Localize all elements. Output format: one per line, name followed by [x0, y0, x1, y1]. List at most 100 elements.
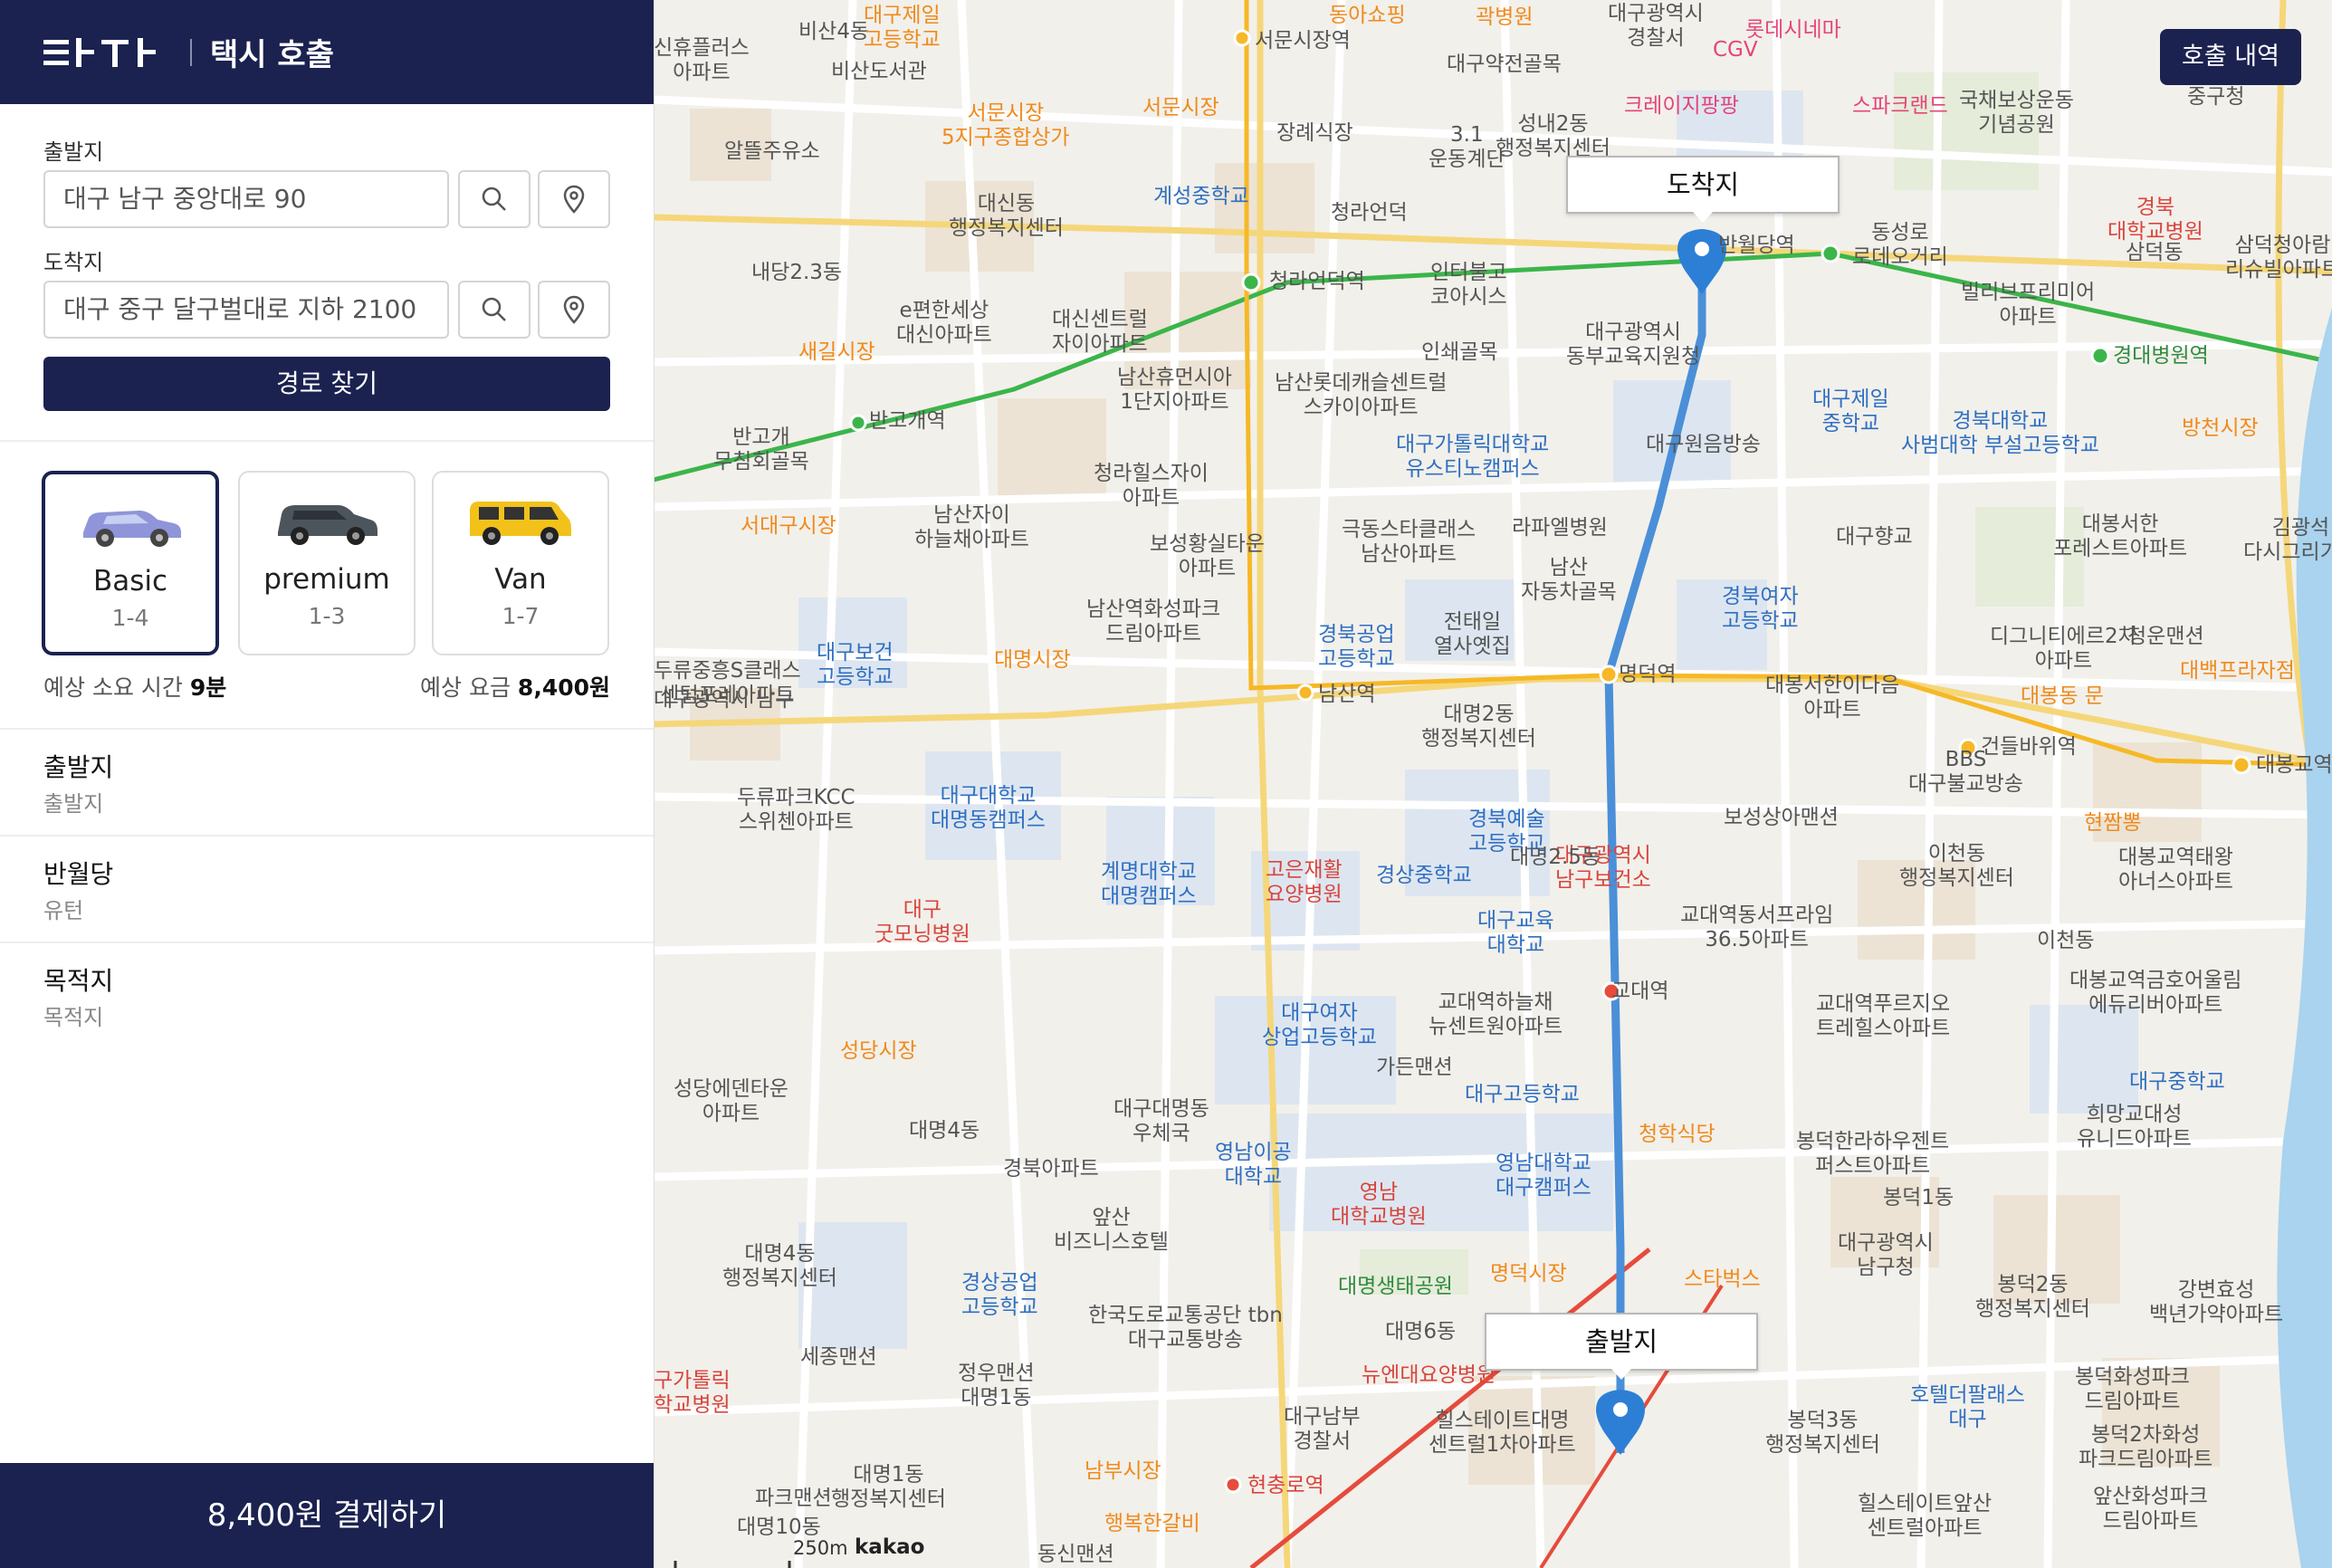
map-label: 반고개역: [869, 409, 946, 433]
location-pin-icon: [563, 185, 585, 214]
map-label: 신휴플러스 아파트: [654, 36, 750, 84]
map-label: 대구대명동 우체국: [1113, 1097, 1209, 1145]
map-label: 대구가톨릭대학교 유스티노캠퍼스: [1396, 433, 1550, 481]
map-label: 교대역: [1611, 980, 1669, 1003]
map-label: 김광석다시그리기길: [2243, 516, 2332, 564]
map-label: 봉덕3동 행정복지센터: [1765, 1409, 1880, 1457]
map-label: 호텔더팔래스 대구: [1910, 1383, 2025, 1431]
stop-subtitle: 목적지: [43, 1005, 104, 1030]
map-label: 명덕시장: [1490, 1262, 1567, 1286]
vehicle-capacity: 1-4: [111, 605, 149, 631]
find-route-button[interactable]: 경로 찾기: [43, 357, 610, 411]
van-icon: [470, 502, 571, 545]
map-label: 남산 자동차골목: [1521, 556, 1617, 604]
map-label: 장례식장: [1276, 121, 1353, 145]
search-icon: [482, 297, 506, 321]
scale-bar-icon: [674, 1561, 791, 1568]
map-label: 대구약전골목: [1447, 53, 1562, 76]
map-label: 스타벅스: [1684, 1267, 1761, 1291]
vehicle-name: Basic: [92, 565, 168, 598]
destination-locate-button[interactable]: [538, 281, 610, 339]
map-label: 계성중학교: [1153, 185, 1249, 208]
map-label: 앞산 비즈니스호텔: [1054, 1206, 1169, 1254]
map-label: 삼덕동: [2126, 241, 2184, 264]
destination-input[interactable]: 대구 중구 달구벌대로 지하 2100: [43, 281, 449, 339]
map-label: 세종맨션: [800, 1345, 877, 1369]
map-label: 방천시장: [2182, 416, 2259, 440]
stop-title: 출발지: [43, 752, 114, 782]
map-label: 대명10동: [737, 1515, 821, 1539]
map-label: 영남 대학교병원: [1331, 1181, 1427, 1229]
stop-title: 반월당: [43, 859, 114, 889]
map-label: 대봉교역금호어울림 에듀리버아파트: [2069, 969, 2242, 1017]
map-label: 대구중학교: [2129, 1070, 2225, 1094]
map-label: 경북여자 고등학교: [1722, 585, 1799, 633]
map-label: 라파엘병원: [1512, 516, 1608, 540]
divider: [0, 835, 654, 837]
map-label: 이천동: [2037, 929, 2095, 952]
origin-search-button[interactable]: [458, 170, 530, 228]
call-history-button[interactable]: 호출 내역: [2160, 29, 2301, 85]
map-label: 내당2.3동: [751, 261, 843, 284]
pay-button[interactable]: 8,400원 결제하기: [0, 1463, 654, 1568]
map-label: 디그니티에르2차 아파트: [1990, 625, 2137, 673]
vehicle-name: premium: [263, 563, 390, 596]
map-label: 대신센트럴 자이아파트: [1052, 308, 1148, 356]
map-label: 경북아파트: [1003, 1157, 1099, 1181]
origin-locate-button[interactable]: [538, 170, 610, 228]
map-label: 대구제일 고등학교: [864, 4, 941, 52]
map-label: 대봉동 문: [2021, 684, 2104, 708]
svg-text:타다: 타다: [43, 34, 45, 35]
map-label: 서문시장역: [1255, 29, 1351, 53]
map-label: 봉덕2동 행정복지센터: [1975, 1273, 2090, 1321]
vehicle-capacity: 1-3: [308, 603, 346, 629]
map-label: 대구원음방송: [1646, 433, 1761, 456]
sidebar: 타다 택시 호출 출발지 대구 남구 중앙대로 90 도착지 대구 중구 달구벌…: [0, 0, 655, 1568]
map-label: 삼덕청아람 리슈빌아파트: [2225, 234, 2332, 282]
map-label: 대구 굿모닝병원: [874, 898, 970, 946]
origin-marker: [1596, 1390, 1645, 1455]
map-label: 희망교대성 유니드아파트: [2077, 1103, 2192, 1151]
map-label: 청운맨션: [2127, 625, 2204, 648]
map-label: 극동스타클래스 남산아파트: [1342, 518, 1477, 566]
map-view[interactable]: 비산4동 대구제일 고등학교 신휴플러스 아파트 비산도서관 서문시장역 대구약전골…: [654, 0, 2332, 1568]
map-label: 대구교육 대학교: [1477, 909, 1554, 957]
map-label: 곽병원: [1476, 5, 1534, 29]
vehicle-name: Van: [494, 563, 547, 596]
destination-callout[interactable]: 도착지: [1566, 156, 1840, 223]
divider: [0, 440, 654, 442]
origin-input[interactable]: 대구 남구 중앙대로 90: [43, 170, 449, 228]
map-label: 동아쇼핑: [1329, 4, 1406, 27]
map-label: 남산자이 하늘채아파트: [914, 503, 1029, 551]
map-label: 명덕역: [1619, 663, 1677, 686]
destination-label: 도착지: [43, 250, 104, 275]
map-label: 대명2.5동: [1510, 846, 1601, 869]
page-title: 택시 호출: [210, 37, 334, 73]
map-label: 보성상아맨션: [1724, 806, 1839, 829]
search-icon: [482, 186, 506, 211]
map-label: 동성로 로데오거리: [1852, 221, 1948, 269]
map-label: 봉덕한라하우젠트 퍼스트아파트: [1796, 1130, 1950, 1178]
vehicle-card-van[interactable]: Van 1-7: [432, 471, 609, 655]
map-label: 대봉교역: [2256, 753, 2332, 777]
vehicle-card-basic[interactable]: Basic 1-4: [42, 471, 219, 655]
stop-subtitle: 출발지: [43, 791, 104, 817]
map-label: 힐스테이트대명 센트럴1차아파트: [1429, 1409, 1576, 1457]
map-label: 서문시장 5지구종합상가: [941, 101, 1070, 149]
map-label: 영남이공 대학교: [1215, 1141, 1292, 1189]
map-label: 남산역: [1318, 683, 1376, 706]
map-label: 뉴엔대요양병원: [1362, 1363, 1496, 1387]
map-label: 동신맨션: [1037, 1543, 1114, 1566]
map-attribution: kakao: [855, 1535, 925, 1559]
map-label: 고은재활 요양병원: [1266, 858, 1343, 906]
vehicle-card-premium[interactable]: premium 1-3: [238, 471, 416, 655]
map-label: 청학식당: [1639, 1123, 1716, 1146]
origin-label: 출발지: [43, 139, 104, 165]
destination-search-button[interactable]: [458, 281, 530, 339]
map-label: 대명6동: [1385, 1320, 1457, 1343]
map-label: 대구향교: [1836, 525, 1913, 549]
map-label: 앞산화성파크 드림아파트: [2093, 1485, 2208, 1533]
origin-callout[interactable]: 출발지: [1485, 1313, 1758, 1380]
stop-subtitle: 유턴: [43, 898, 84, 923]
location-pin-icon: [563, 295, 585, 324]
